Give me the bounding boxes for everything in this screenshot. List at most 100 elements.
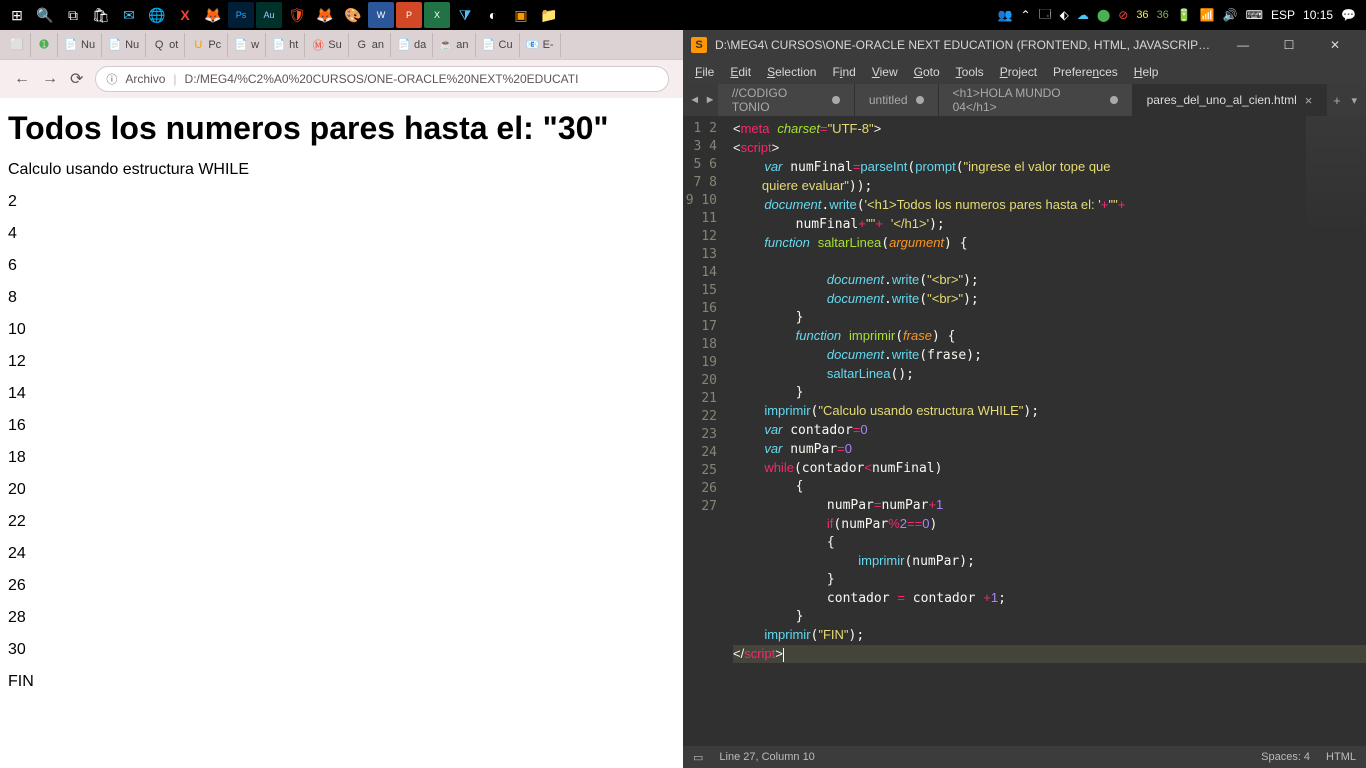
browser-tab[interactable]: ⓂSu	[305, 33, 348, 57]
new-tab-button[interactable]: +	[1327, 84, 1346, 116]
wifi-icon[interactable]: 📶	[1200, 8, 1215, 22]
sublime-statusbar: ▭ Line 27, Column 10 Spaces: 4 HTML	[683, 746, 1366, 768]
eclipse-icon[interactable]: ◐	[480, 2, 506, 28]
dirty-indicator	[832, 96, 840, 104]
browser-tab[interactable]: 📄da	[391, 33, 433, 57]
browser-tab[interactable]: 📄Cu	[476, 33, 520, 57]
output-line: 20	[8, 481, 675, 499]
tab-menu-icon[interactable]: ▾	[1347, 84, 1362, 116]
reload-button[interactable]: ⟳	[70, 69, 83, 89]
status-syntax[interactable]: HTML	[1326, 751, 1356, 763]
editor-tab[interactable]: untitled	[855, 84, 939, 116]
keyboard-icon[interactable]: ⌨	[1246, 8, 1263, 22]
tray-icon-4[interactable]: ⊘	[1118, 8, 1128, 22]
minimap[interactable]	[1306, 116, 1366, 236]
panel-toggle-icon[interactable]: ▭	[693, 751, 703, 764]
brave-icon[interactable]: 🛡	[284, 2, 310, 28]
browser-tab[interactable]: 📄Nu	[102, 33, 146, 57]
x-icon[interactable]: X	[172, 2, 198, 28]
url-bar[interactable]: ⓘ Archivo | D:/MEG4/%C2%A0%20CURSOS/ONE-…	[95, 66, 669, 92]
browser-tab[interactable]: Qot	[146, 33, 185, 57]
app-icon-1[interactable]: 🦊	[200, 2, 226, 28]
menu-selection[interactable]: Selection	[759, 62, 824, 82]
menu-find[interactable]: Find	[824, 62, 863, 82]
mail-icon[interactable]: ✉	[116, 2, 142, 28]
tray-icon-2[interactable]: ⬖	[1060, 8, 1069, 22]
sublime-icon[interactable]: ▣	[508, 2, 534, 28]
browser-tab[interactable]: UPc	[185, 33, 228, 57]
output-line: 14	[8, 385, 675, 403]
start-icon[interactable]: ⊞	[4, 2, 30, 28]
browser-tab[interactable]: 📧E-	[520, 33, 561, 57]
back-button[interactable]: ←	[14, 70, 30, 88]
edge-icon[interactable]: 🌐	[144, 2, 170, 28]
tab-nav-right[interactable]: ►	[702, 84, 717, 116]
paint-icon[interactable]: 🎨	[340, 2, 366, 28]
status-spaces[interactable]: Spaces: 4	[1261, 751, 1310, 763]
word-icon[interactable]: W	[368, 2, 394, 28]
language-indicator[interactable]: ESP	[1271, 8, 1295, 22]
menu-help[interactable]: Help	[1126, 62, 1167, 82]
sublime-titlebar: S D:\MEG4\ CURSOS\ONE-ORACLE NEXT EDUCAT…	[683, 30, 1366, 60]
menu-project[interactable]: Project	[992, 62, 1045, 82]
people-icon[interactable]: 👥	[998, 8, 1013, 22]
page-subtitle: Calculo usando estructura WHILE	[8, 161, 675, 179]
menu-view[interactable]: View	[864, 62, 906, 82]
code-content[interactable]: <meta charset="UTF-8"> <script> var numF…	[727, 116, 1366, 746]
menu-goto[interactable]: Goto	[906, 62, 948, 82]
browser-tab[interactable]: Gan	[349, 33, 391, 57]
browser-navbar: ← → ⟳ ⓘ Archivo | D:/MEG4/%C2%A0%20CURSO…	[0, 60, 683, 98]
ps-icon[interactable]: Ps	[228, 2, 254, 28]
output-line: 28	[8, 609, 675, 627]
url-text: D:/MEG4/%C2%A0%20CURSOS/ONE-ORACLE%20NEX…	[185, 72, 579, 86]
output-line: 16	[8, 417, 675, 435]
search-icon[interactable]: 🔍	[32, 2, 58, 28]
volume-icon[interactable]: 🔊	[1223, 8, 1238, 22]
output-line: 26	[8, 577, 675, 595]
onedrive-icon[interactable]: ☁	[1077, 8, 1089, 22]
editor-tab[interactable]: <h1>HOLA MUNDO 04</h1>	[939, 84, 1133, 116]
browser-tab[interactable]: ➊	[31, 33, 58, 57]
firefox-icon[interactable]: 🦊	[312, 2, 338, 28]
tray-icon-1[interactable]: 🗔	[1039, 5, 1052, 26]
vscode-icon[interactable]: ⧩	[452, 2, 478, 28]
output-line: 12	[8, 353, 675, 371]
tray-icon-3[interactable]: ⬤	[1097, 8, 1110, 22]
ppt-icon[interactable]: P	[396, 2, 422, 28]
close-tab-icon[interactable]: ×	[1305, 93, 1313, 108]
browser-tab[interactable]: ⬜	[4, 33, 31, 57]
taskview-icon[interactable]: ⧉	[60, 2, 86, 28]
clock[interactable]: 10:15	[1303, 8, 1333, 22]
close-button[interactable]: ✕	[1312, 30, 1358, 60]
browser-tab[interactable]: 📄w	[228, 33, 266, 57]
menu-edit[interactable]: Edit	[722, 62, 759, 82]
explorer-icon[interactable]: 📁	[536, 2, 562, 28]
store-icon[interactable]: 🛍	[88, 2, 114, 28]
browser-tab[interactable]: 📄ht	[266, 33, 305, 57]
menu-tools[interactable]: Tools	[948, 62, 992, 82]
maximize-button[interactable]: ☐	[1266, 30, 1312, 60]
tray-num-2: 36	[1157, 9, 1169, 21]
editor-tab-active[interactable]: pares_del_uno_al_cien.html×	[1133, 84, 1328, 116]
sublime-tabs: ◄ ► //CODIGO TONIO untitled <h1>HOLA MUN…	[683, 84, 1366, 116]
browser-tab[interactable]: 📄Nu	[58, 33, 102, 57]
chevron-up-icon[interactable]: ⌃	[1021, 8, 1031, 22]
minimize-button[interactable]: —	[1220, 30, 1266, 60]
menu-file[interactable]: File	[687, 62, 722, 82]
au-icon[interactable]: Au	[256, 2, 282, 28]
sublime-menu: File Edit Selection Find View Goto Tools…	[683, 60, 1366, 84]
output-line: FIN	[8, 673, 675, 691]
menu-preferences[interactable]: Preferences	[1045, 62, 1126, 82]
notifications-icon[interactable]: 💬	[1341, 8, 1356, 22]
excel-icon[interactable]: X	[424, 2, 450, 28]
taskbar-right: 👥 ⌃ 🗔 ⬖ ☁ ⬤ ⊘ 36 36 🔋 📶 🔊 ⌨ ESP 10:15 💬	[998, 5, 1366, 26]
editor-area[interactable]: 1 2 3 4 5 6 7 8 9 10 11 12 13 14 15 16 1…	[683, 116, 1366, 746]
browser-tab[interactable]: ☕an	[433, 33, 475, 57]
dirty-indicator	[916, 96, 924, 104]
browser-window: ⬜ ➊ 📄Nu 📄Nu Qot UPc 📄w 📄ht ⓂSu Gan 📄da ☕…	[0, 30, 683, 768]
battery-icon[interactable]: 🔋	[1177, 8, 1192, 22]
taskbar-left: ⊞ 🔍 ⧉ 🛍 ✉ 🌐 X 🦊 Ps Au 🛡 🦊 🎨 W P X ⧩ ◐ ▣ …	[0, 2, 562, 28]
forward-button[interactable]: →	[42, 70, 58, 88]
tab-nav-left[interactable]: ◄	[687, 84, 702, 116]
editor-tab[interactable]: //CODIGO TONIO	[718, 84, 855, 116]
